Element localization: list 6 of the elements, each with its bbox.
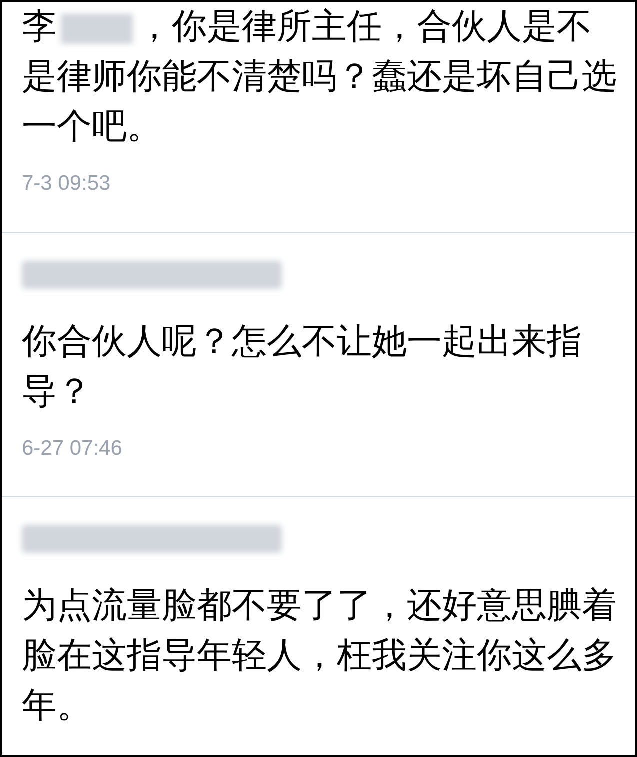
blurred-name xyxy=(61,14,133,44)
comment-text: 为点流量脸都不要了了，还好意思腆着脸在这指导年轻人，枉我关注你这么多年。 xyxy=(22,585,618,727)
comment-text: 你合伙人呢？怎么不让她一起出来指导？ xyxy=(22,320,583,412)
comment-time: 7-3 09:53 xyxy=(22,171,112,197)
comment-text: 李 ，你是律所主任，合伙人是不是律师你能不清楚吗？蠢还是坏自己选一个吧。 xyxy=(22,6,618,148)
comment-time: 6-27 07:46 xyxy=(22,436,124,462)
